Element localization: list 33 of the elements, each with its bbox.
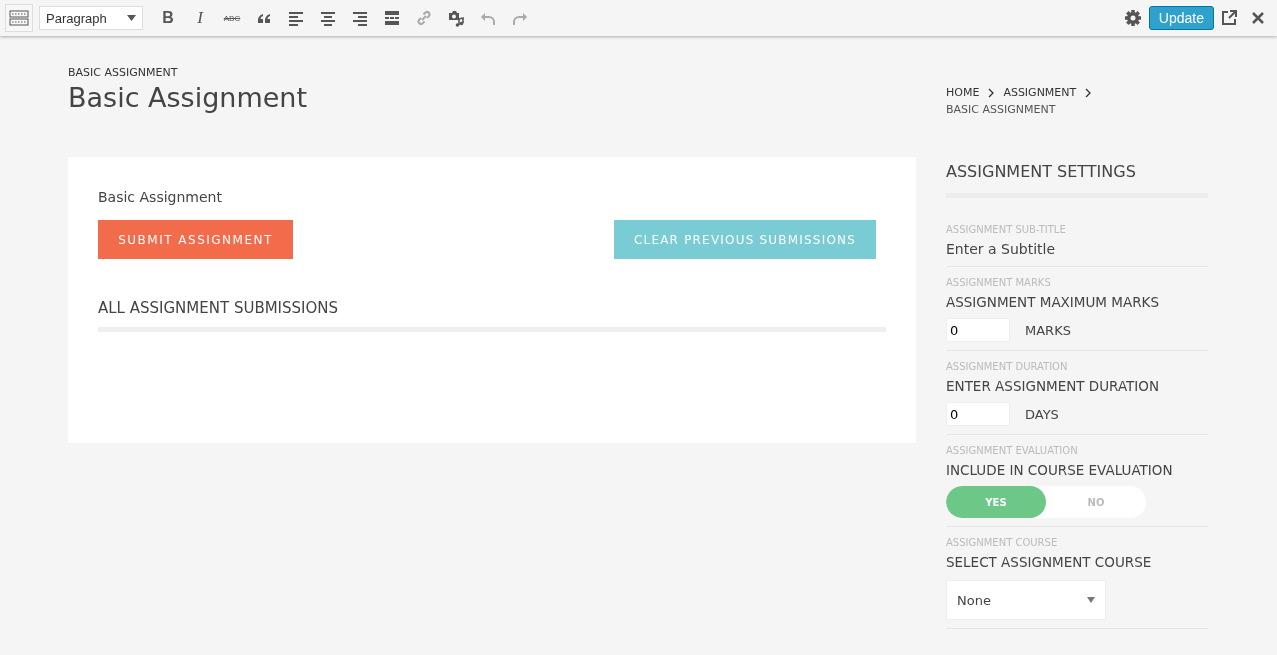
number-field[interactable]: 0 [946, 402, 1010, 426]
breadcrumb-link[interactable]: ASSIGNMENT [1003, 86, 1077, 99]
field-caption: ASSIGNMENT MARKS [946, 277, 1052, 288]
assignment-text: Basic Assignment [98, 189, 222, 205]
field-caption: ASSIGNMENT SUB-TITLE [946, 224, 1067, 235]
chevron-icon [987, 87, 996, 98]
unit-label: DAYS [1025, 406, 1059, 422]
field-label: ASSIGNMENT MAXIMUM MARKS [946, 294, 1160, 310]
bold-button[interactable]: B [155, 5, 181, 31]
breadcrumb-link[interactable]: HOME [946, 86, 980, 99]
field-caption: ASSIGNMENT DURATION [946, 361, 1069, 372]
course-select[interactable]: None [946, 580, 1106, 620]
external-link-icon[interactable] [1220, 9, 1238, 27]
field-label: SELECT ASSIGNMENT COURSE [946, 554, 1153, 570]
page-eyebrow: BASIC ASSIGNMENT [68, 66, 179, 79]
field-label: ENTER ASSIGNMENT DURATION [946, 378, 1161, 394]
subtitle-field[interactable]: Enter a Subtitle [946, 241, 1146, 257]
field-caption: ASSIGNMENT COURSE [946, 537, 1059, 548]
italic-button[interactable]: I [187, 5, 213, 31]
field-label: INCLUDE IN COURSE EVALUATION [946, 462, 1174, 478]
chevron-icon [1084, 87, 1093, 98]
caret-icon [127, 15, 136, 21]
unit-label: MARKS [1025, 322, 1071, 338]
number-field[interactable]: 0 [946, 318, 1010, 342]
settings-title: ASSIGNMENT SETTINGS [946, 162, 1208, 198]
page-title: Basic Assignment [68, 82, 309, 113]
field-caption: ASSIGNMENT EVALUATION [946, 445, 1079, 456]
close-icon[interactable] [1250, 10, 1266, 26]
strike-button[interactable]: ABC [219, 5, 245, 31]
caret-icon [1087, 597, 1095, 603]
settings-icon[interactable] [1122, 8, 1143, 28]
format-dropdown[interactable]: Paragraph [39, 6, 143, 30]
section-heading: ALL ASSIGNMENT SUBMISSIONS [98, 299, 886, 332]
